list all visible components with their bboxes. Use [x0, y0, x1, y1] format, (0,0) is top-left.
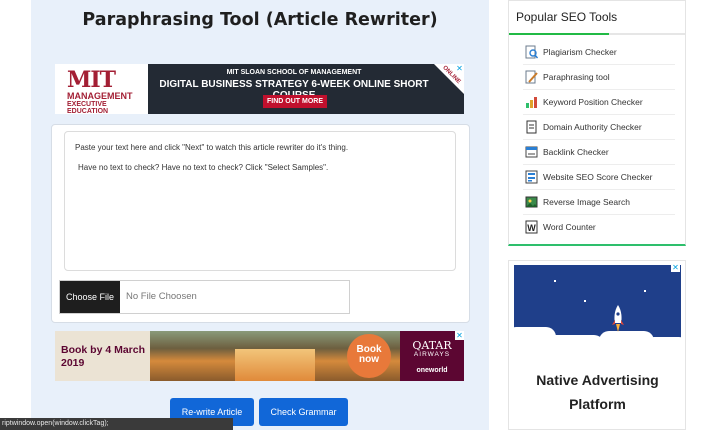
tool-label: Paraphrasing tool: [543, 72, 610, 82]
page-title: Paraphrasing Tool (Article Rewriter): [82, 10, 438, 30]
close-ad-icon[interactable]: ✕: [455, 331, 464, 340]
close-ad-icon[interactable]: ✕: [455, 64, 464, 73]
score-icon: [525, 170, 538, 184]
choose-file-button[interactable]: Choose File: [60, 281, 120, 313]
book-now-button[interactable]: Book now: [347, 334, 391, 378]
sidebar-item-paraphrasing-tool[interactable]: Paraphrasing tool: [523, 65, 675, 90]
image-icon: [525, 196, 538, 208]
browser-status-bar: riptwindow.open(window.clickTag);: [0, 418, 233, 430]
tool-label: Backlink Checker: [543, 147, 609, 157]
native-ad-headline: Native Advertising Platform: [536, 372, 659, 412]
tool-label: Keyword Position Checker: [543, 97, 643, 107]
sidebar-item-keyword-position-checker[interactable]: Keyword Position Checker: [523, 90, 675, 115]
sidebar-item-word-counter[interactable]: W Word Counter: [523, 215, 675, 240]
airways-text: AIRWAYS: [413, 351, 451, 358]
sidebar-item-website-seo-score-checker[interactable]: Website SEO Score Checker: [523, 165, 675, 190]
cloud-shape: [544, 335, 604, 351]
mit-logo-management: MANAGEMENT: [67, 91, 133, 101]
ad-promo-panel: Book by 4 March 2019: [55, 331, 150, 381]
editor-sample-hint: Have no text to check? Have no text to c…: [78, 163, 329, 173]
mit-logo-exec: EXECUTIVE EDUCATION: [67, 101, 109, 114]
tool-label: Domain Authority Checker: [543, 122, 642, 132]
tool-label: Website SEO Score Checker: [543, 172, 653, 182]
find-out-more-button[interactable]: FIND OUT MORE: [263, 95, 327, 108]
article-text-area[interactable]: Paste your text here and click "Next" to…: [64, 131, 456, 271]
star-shape: [644, 290, 646, 292]
close-ad-icon[interactable]: ✕: [671, 263, 680, 272]
ad-school-text: MIT SLOAN SCHOOL OF MANAGEMENT: [226, 69, 362, 76]
tool-label: Plagiarism Checker: [543, 47, 617, 57]
editor-instruction: Paste your text here and click "Next" to…: [75, 143, 349, 152]
title-underline: [509, 33, 685, 35]
river-image: [235, 349, 315, 381]
mit-logo-text: MIT: [67, 67, 116, 93]
sidebar-item-domain-authority-checker[interactable]: Domain Authority Checker: [523, 115, 675, 140]
popular-seo-tools-panel: Popular SEO Tools Plagiarism Checker Par…: [508, 0, 686, 246]
star-shape: [554, 280, 556, 282]
chart-icon: [526, 97, 537, 108]
mit-banner-ad[interactable]: MIT MANAGEMENT EXECUTIVE EDUCATION MIT S…: [55, 64, 464, 114]
word-icon: W: [525, 220, 538, 234]
sidebar-item-plagiarism-checker[interactable]: Plagiarism Checker: [523, 40, 675, 65]
native-advertising-ad[interactable]: Native Advertising Platform: [508, 260, 686, 430]
mit-logo: MIT MANAGEMENT EXECUTIVE EDUCATION: [55, 64, 148, 114]
sidebar-item-reverse-image-search[interactable]: Reverse Image Search: [523, 190, 675, 215]
oneworld-text: oneworld: [416, 367, 448, 374]
pen-doc-icon: [525, 70, 538, 84]
check-grammar-button[interactable]: Check Grammar: [259, 398, 348, 426]
ad-promo-text: Book by 4 March 2019: [61, 344, 146, 370]
document-icon: [526, 120, 537, 134]
tool-label: Reverse Image Search: [543, 197, 630, 207]
qatar-airways-ad[interactable]: Book by 4 March 2019 Book now QATAR AIRW…: [55, 331, 464, 381]
star-shape: [584, 300, 586, 302]
tool-label: Word Counter: [543, 222, 596, 232]
link-icon: [525, 146, 538, 158]
sidebar-item-backlink-checker[interactable]: Backlink Checker: [523, 140, 675, 165]
rocket-sky-illustration: [514, 265, 681, 351]
magnifier-doc-icon: [525, 45, 538, 59]
cloud-shape: [644, 337, 681, 351]
rocket-icon: [612, 305, 624, 332]
sidebar-title: Popular SEO Tools: [516, 10, 618, 24]
file-name-label: No File Choosen: [126, 291, 197, 302]
file-upload[interactable]: Choose File No File Choosen: [59, 280, 350, 314]
svg-text:W: W: [527, 223, 536, 233]
